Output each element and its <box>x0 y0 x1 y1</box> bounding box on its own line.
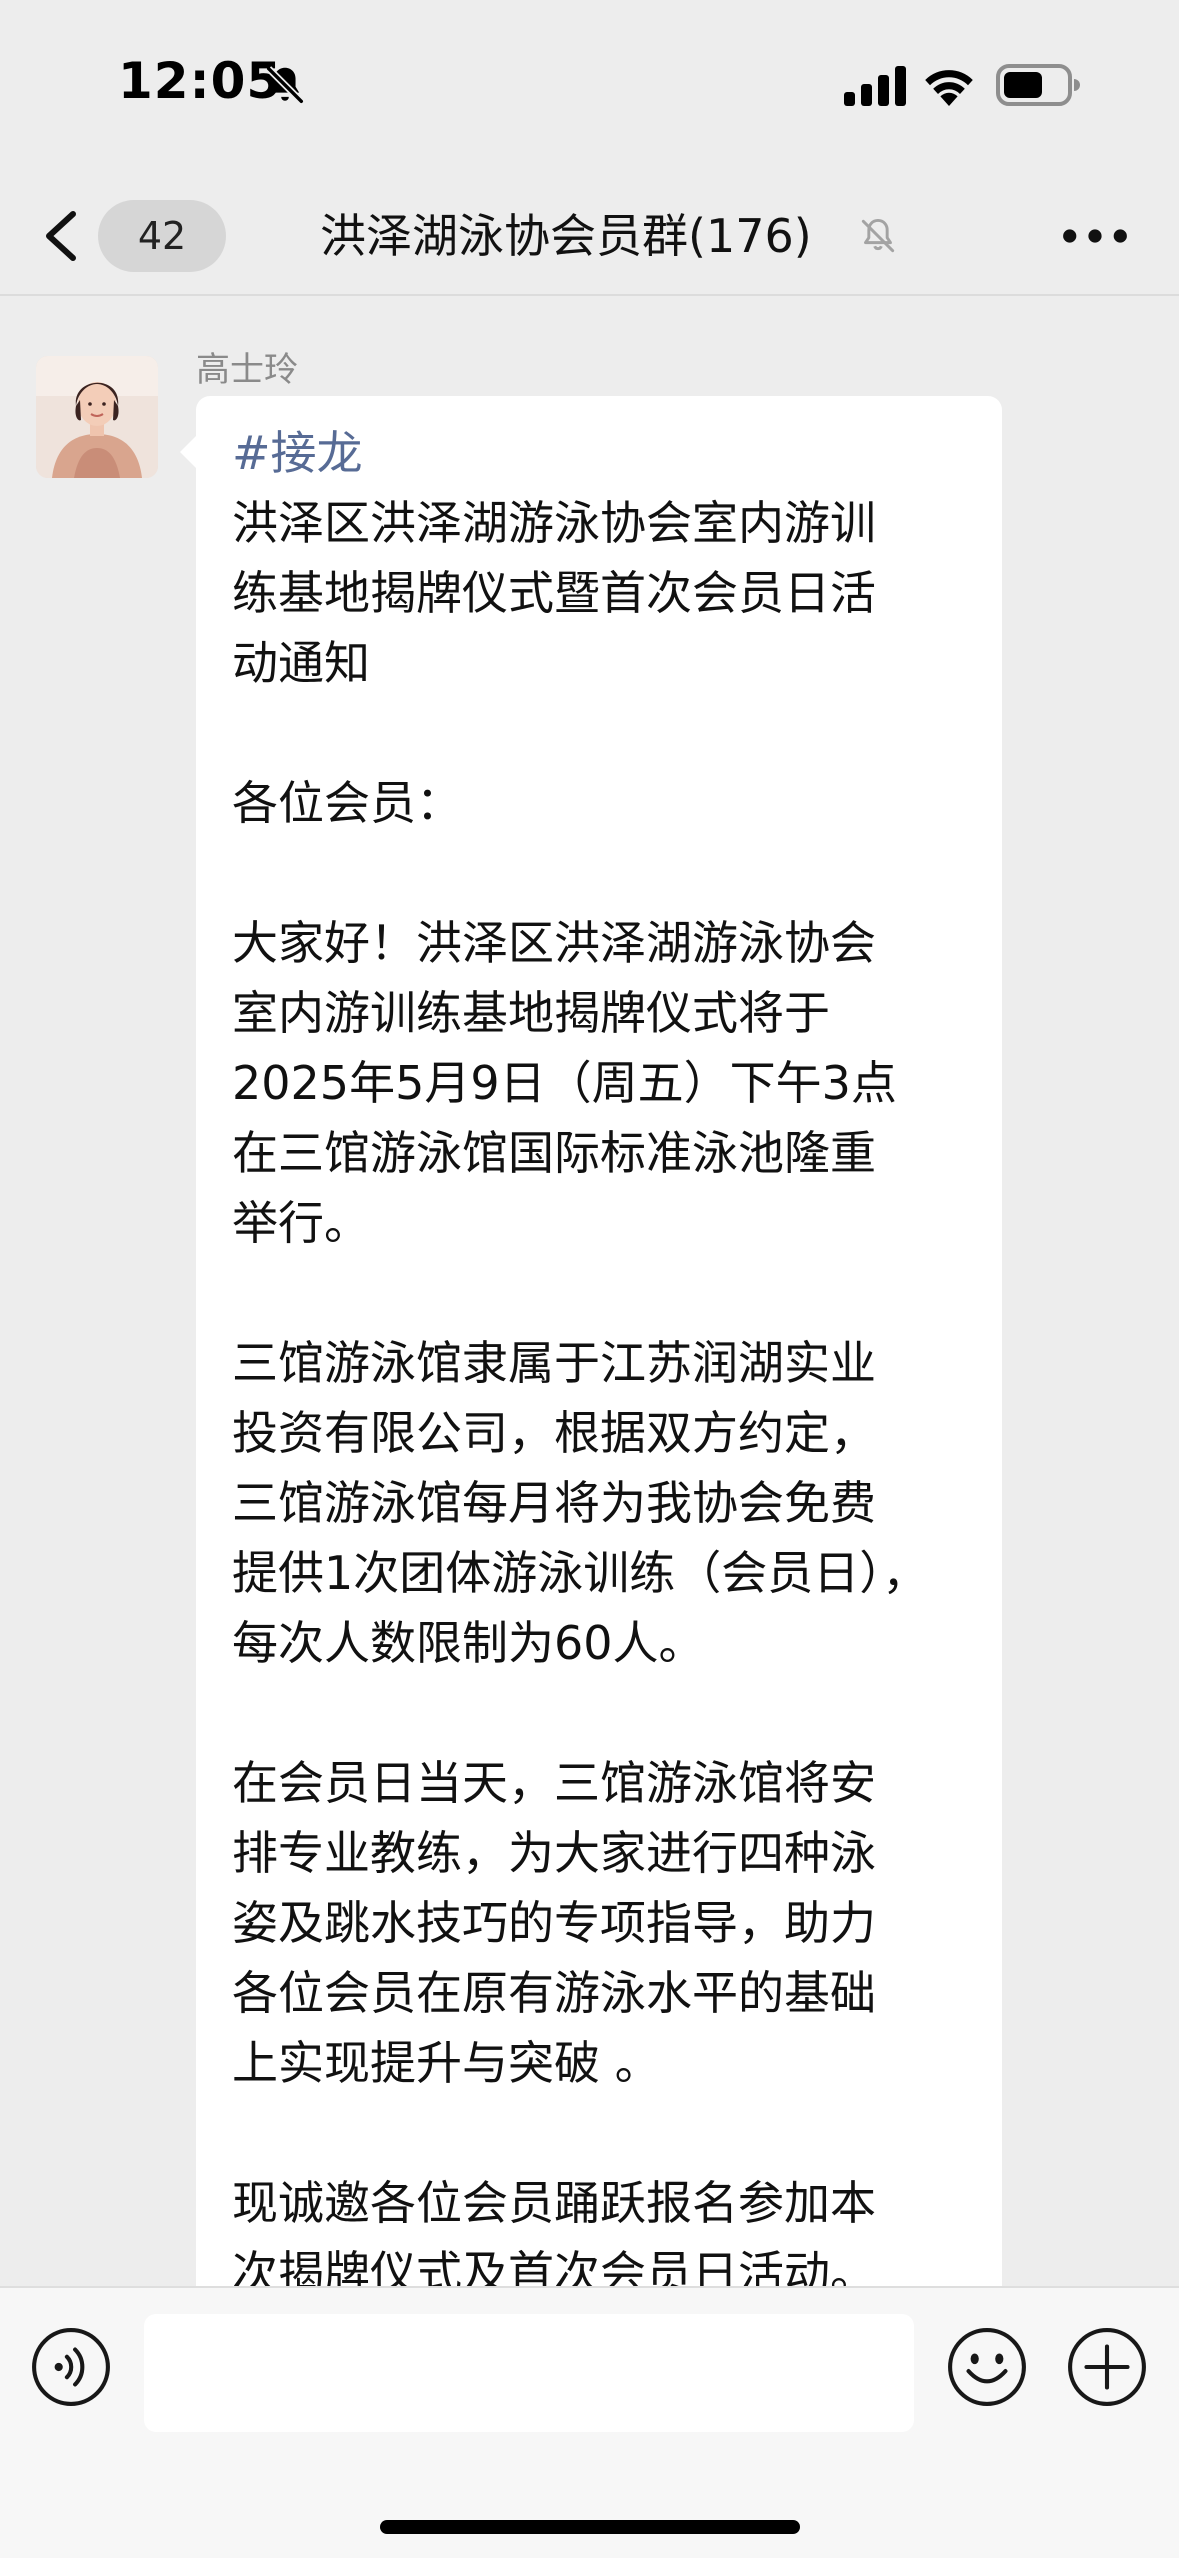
message-line: 现诚邀各位会员踊跃报名参加本 <box>232 2176 876 2230</box>
message-line: 各位会员： <box>232 776 462 830</box>
message-input[interactable] <box>144 2314 914 2432</box>
back-button[interactable]: 42 <box>40 200 226 272</box>
message-list[interactable]: 高士玲 #接龙 洪泽区洪泽湖游泳协会室内游训 练基地揭牌仪式暨首次会员日活 动通知各… <box>0 296 1179 2286</box>
message-line: 练基地揭牌仪式暨首次会员日活 <box>232 566 876 620</box>
message-line: 室内游训练基地揭牌仪式将于 <box>232 986 830 1040</box>
home-indicator <box>380 2520 800 2534</box>
message-line: 各位会员在原有游泳水平的基础 <box>232 1966 876 2020</box>
wifi-icon <box>925 70 973 106</box>
voice-icon[interactable] <box>30 2326 112 2408</box>
bell-slash-icon <box>861 218 895 253</box>
message-line: 上实现提升与突破 。 <box>232 2036 661 2090</box>
message-line: 每次人数限制为60人。 <box>232 1616 705 1670</box>
message-line: 动通知 <box>232 636 370 690</box>
more-icon[interactable] <box>1060 212 1130 260</box>
avatar-image <box>36 356 158 478</box>
message-line: 提供1次团体游泳训练（会员日）， <box>232 1546 929 1600</box>
status-time: 12:05 <box>118 52 283 110</box>
status-bar: 12:05 <box>0 0 1179 176</box>
battery-icon <box>996 64 1080 106</box>
chat-title: 洪泽湖泳协会员群(176) <box>320 209 812 263</box>
sender-name: 高士玲 <box>196 350 298 390</box>
message-line: 投资有限公司，根据双方约定， <box>232 1406 876 1460</box>
message-line: 洪泽区洪泽湖游泳协会室内游训 <box>232 496 876 550</box>
message-line: 次揭牌仪式及首次会员日活动。 <box>232 2246 876 2286</box>
message-line: 在会员日当天，三馆游泳馆将安 <box>232 1756 876 1810</box>
message-text: 洪泽区洪泽湖游泳协会室内游训 练基地揭牌仪式暨首次会员日活 动通知各位会员： 大家好！… <box>232 488 966 2286</box>
bell-slash-icon <box>266 66 304 104</box>
input-bar <box>0 2286 1179 2558</box>
emoji-icon[interactable] <box>946 2326 1028 2408</box>
message-line: 举行。 <box>232 1196 370 1250</box>
message-line: 2025年5月9日（周五）下午3点 <box>232 1056 897 1110</box>
hashtag-link[interactable]: #接龙 <box>232 418 966 488</box>
cellular-signal-icon <box>844 66 906 106</box>
message-line: 大家好！洪泽区洪泽湖游泳协会 <box>232 916 876 970</box>
avatar[interactable] <box>36 356 158 478</box>
message-line: 三馆游泳馆每月将为我协会免费 <box>232 1476 876 1530</box>
chevron-left-icon <box>46 211 76 261</box>
plus-icon[interactable] <box>1066 2326 1148 2408</box>
message-bubble[interactable]: #接龙 洪泽区洪泽湖游泳协会室内游训 练基地揭牌仪式暨首次会员日活 动通知各位会员：… <box>180 396 1002 2286</box>
message-line: 在三馆游泳馆国际标准泳池隆重 <box>232 1126 876 1180</box>
message-line: 三馆游泳馆隶属于江苏润湖实业 <box>232 1336 876 1390</box>
message-line: 姿及跳水技巧的专项指导，助力 <box>232 1896 876 1950</box>
chat-header: 42 洪泽湖泳协会员群(176) <box>0 176 1179 296</box>
unread-count-badge: 42 <box>98 200 226 272</box>
message-line: 排专业教练，为大家进行四种泳 <box>232 1826 876 1880</box>
